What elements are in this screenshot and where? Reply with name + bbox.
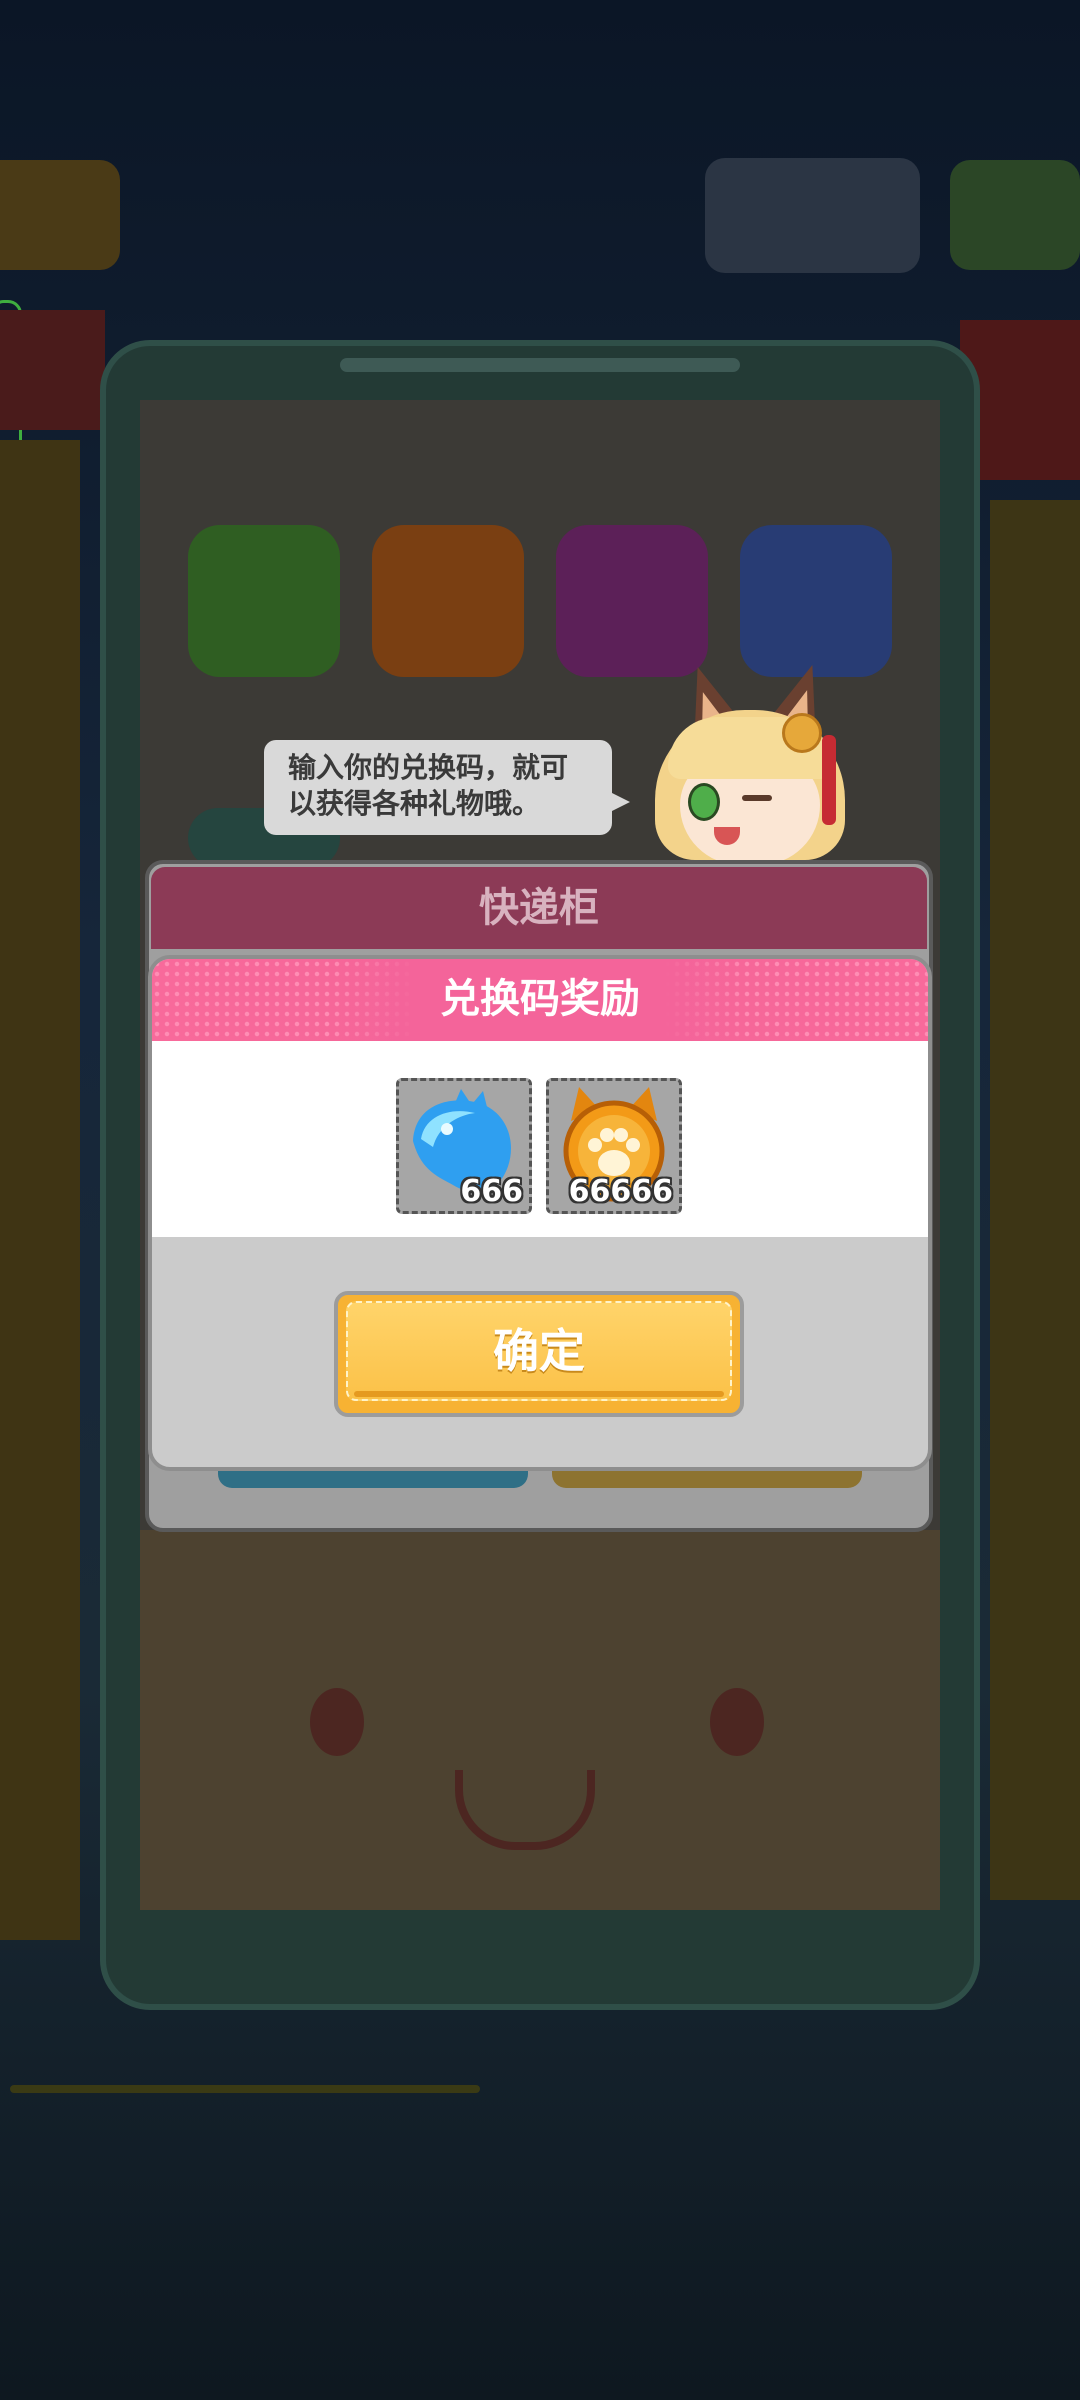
- express-locker-title: 快递柜: [479, 885, 599, 931]
- phone-speaker: [340, 358, 740, 372]
- reward-item-gem[interactable]: 666: [396, 1078, 532, 1214]
- reward-item-gem-count: 666: [460, 1174, 523, 1209]
- app-icon-friends: [188, 525, 340, 677]
- redeem-reward-dialog: 兑换码奖励 666 66666 确定: [148, 955, 932, 1471]
- bg-top-right-widget: [950, 160, 1080, 270]
- bg-left-decor: [0, 310, 105, 430]
- reward-item-coin-count: 66666: [568, 1174, 673, 1209]
- reward-items-area: [152, 1041, 928, 1237]
- speech-bubble-line-1: 输入你的兑换码，就可: [288, 751, 569, 784]
- speech-bubble-line-2: 以获得各种礼物哦。: [288, 787, 541, 820]
- char-eye-wink: [742, 795, 772, 801]
- confirm-button-label: 确定: [493, 1324, 585, 1378]
- phone-wallpaper: [140, 1530, 940, 1910]
- reward-dialog-title: 兑换码奖励: [440, 976, 640, 1022]
- reward-item-coin[interactable]: 66666: [546, 1078, 682, 1214]
- confirm-button[interactable]: 确定: [334, 1291, 744, 1417]
- bg-top-status-panel: [705, 158, 920, 273]
- char-eye-open: [688, 783, 720, 821]
- char-ribbon: [822, 735, 836, 825]
- speech-bubble: 输入你的兑换码，就可 以获得各种礼物哦。: [264, 740, 612, 835]
- wallpaper-cat-eye-right: [710, 1688, 764, 1756]
- bg-left-wall: [0, 440, 80, 1940]
- bg-right-wall: [990, 500, 1080, 1900]
- speech-bubble-tail: [610, 792, 630, 812]
- app-icon-gift: [372, 525, 524, 677]
- bell-icon: [782, 713, 822, 753]
- wallpaper-cat-eye-left: [310, 1688, 364, 1756]
- bg-top-left-widget: [0, 160, 120, 270]
- fox-girl-character: [630, 655, 870, 870]
- bg-progress-track: [10, 2085, 480, 2093]
